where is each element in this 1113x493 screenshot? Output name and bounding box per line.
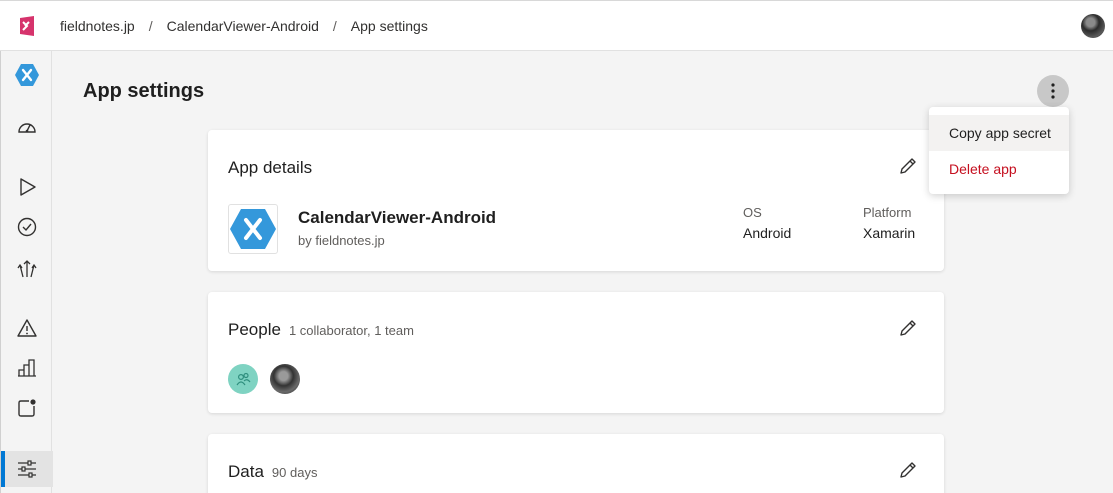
gauge-icon [18, 123, 36, 133]
copy-app-secret-menu-item[interactable]: Copy app secret [929, 115, 1069, 151]
sidebar-item-analytics[interactable] [1, 350, 53, 386]
sidebar-item-distribute[interactable] [1, 250, 53, 286]
more-vertical-icon [1051, 83, 1055, 99]
os-label: OS [743, 205, 762, 220]
team-avatar[interactable] [228, 364, 258, 394]
xamarin-hex-icon[interactable] [15, 63, 39, 87]
edit-pencil-icon[interactable] [898, 318, 918, 338]
app-center-logo-icon[interactable] [14, 14, 40, 38]
app-name: CalendarViewer-Android [298, 208, 497, 227]
xamarin-hex-icon [230, 209, 276, 249]
warning-icon [17, 319, 37, 337]
top-bar: fieldnotes.jp / CalendarViewer-Android /… [0, 0, 1113, 51]
people-card: People 1 collaborator, 1 team [208, 292, 944, 413]
breadcrumb-app[interactable]: CalendarViewer-Android [167, 18, 319, 34]
sidebar-item-test[interactable] [1, 209, 53, 245]
edit-pencil-icon[interactable] [898, 156, 918, 176]
page-title: App settings [83, 80, 205, 102]
breadcrumb-org[interactable]: fieldnotes.jp [60, 18, 135, 34]
more-options-button[interactable] [1037, 75, 1069, 107]
breadcrumb-current[interactable]: App settings [351, 18, 428, 34]
user-avatar[interactable] [1081, 14, 1105, 38]
breadcrumb-separator: / [148, 18, 153, 34]
people-subtitle: 1 collaborator, 1 team [288, 323, 414, 338]
sidebar-item-push[interactable] [1, 390, 53, 426]
os-value: Android [743, 225, 792, 241]
sidebar-item-build[interactable] [1, 169, 53, 205]
delete-app-menu-item[interactable]: Delete app [929, 151, 1069, 187]
notification-icon [18, 399, 36, 417]
data-heading: Data [228, 462, 264, 481]
data-subtitle: 90 days [271, 465, 318, 480]
sliders-icon [18, 460, 36, 478]
app-owner: by fieldnotes.jp [298, 233, 385, 248]
collaborator-avatar[interactable] [270, 364, 300, 394]
sidebar-item-overview[interactable] [1, 109, 53, 145]
sidebar-item-settings[interactable] [1, 451, 53, 487]
sidebar [0, 51, 53, 493]
breadcrumb: fieldnotes.jp / CalendarViewer-Android /… [60, 18, 428, 34]
data-card: Data 90 days [208, 434, 944, 493]
play-icon [20, 178, 36, 196]
people-heading: People [228, 320, 281, 339]
app-icon [228, 204, 278, 254]
app-details-card: App details CalendarViewer-Android by fi… [208, 130, 944, 271]
bar-chart-icon [18, 359, 36, 377]
breadcrumb-separator: / [332, 18, 337, 34]
app-details-title: App details [228, 158, 313, 177]
check-circle-icon [17, 217, 37, 237]
platform-value: Xamarin [863, 225, 916, 241]
edit-pencil-icon[interactable] [898, 460, 918, 480]
platform-label: Platform [863, 205, 912, 220]
more-options-menu: Copy app secret Delete app [929, 107, 1069, 194]
team-icon [236, 372, 251, 386]
distribute-icon [17, 260, 37, 278]
people-title: People 1 collaborator, 1 team [228, 320, 414, 340]
sidebar-item-diagnostics[interactable] [1, 310, 53, 346]
data-title: Data 90 days [228, 462, 317, 482]
